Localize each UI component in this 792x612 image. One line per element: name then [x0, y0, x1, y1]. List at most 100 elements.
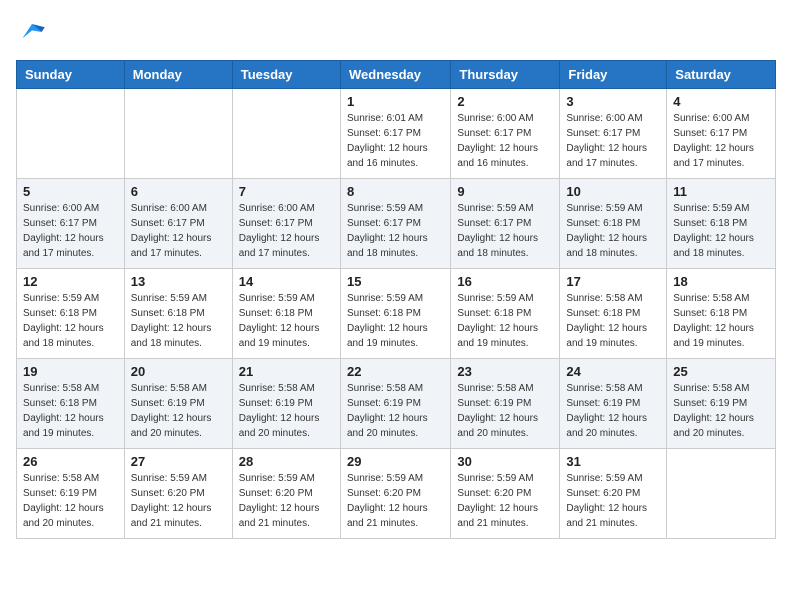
day-number: 10 — [566, 184, 660, 199]
day-number: 24 — [566, 364, 660, 379]
day-info: Sunrise: 5:59 AMSunset: 6:17 PMDaylight:… — [457, 201, 553, 261]
calendar-cell: 29 Sunrise: 5:59 AMSunset: 6:20 PMDayligh… — [340, 449, 450, 539]
day-number: 28 — [239, 454, 334, 469]
calendar-cell — [124, 89, 232, 179]
day-number: 30 — [457, 454, 553, 469]
day-info: Sunrise: 5:58 AMSunset: 6:18 PMDaylight:… — [566, 291, 660, 351]
page-header — [16, 16, 776, 48]
day-info: Sunrise: 5:58 AMSunset: 6:18 PMDaylight:… — [23, 381, 118, 441]
day-number: 12 — [23, 274, 118, 289]
day-info: Sunrise: 5:59 AMSunset: 6:18 PMDaylight:… — [347, 291, 444, 351]
day-info: Sunrise: 5:58 AMSunset: 6:19 PMDaylight:… — [239, 381, 334, 441]
day-info: Sunrise: 5:59 AMSunset: 6:18 PMDaylight:… — [457, 291, 553, 351]
weekday-header-thursday: Thursday — [451, 61, 560, 89]
day-number: 8 — [347, 184, 444, 199]
day-info: Sunrise: 5:59 AMSunset: 6:18 PMDaylight:… — [23, 291, 118, 351]
day-info: Sunrise: 6:00 AMSunset: 6:17 PMDaylight:… — [457, 111, 553, 171]
day-info: Sunrise: 5:58 AMSunset: 6:19 PMDaylight:… — [566, 381, 660, 441]
day-number: 15 — [347, 274, 444, 289]
day-info: Sunrise: 6:00 AMSunset: 6:17 PMDaylight:… — [131, 201, 226, 261]
logo — [16, 16, 52, 48]
day-number: 20 — [131, 364, 226, 379]
day-info: Sunrise: 5:59 AMSunset: 6:20 PMDaylight:… — [566, 471, 660, 531]
day-number: 18 — [673, 274, 769, 289]
day-number: 6 — [131, 184, 226, 199]
day-number: 4 — [673, 94, 769, 109]
day-number: 13 — [131, 274, 226, 289]
calendar-cell: 28 Sunrise: 5:59 AMSunset: 6:20 PMDayligh… — [232, 449, 340, 539]
day-number: 25 — [673, 364, 769, 379]
weekday-header-monday: Monday — [124, 61, 232, 89]
calendar-cell: 15 Sunrise: 5:59 AMSunset: 6:18 PMDayligh… — [340, 269, 450, 359]
week-row-3: 12 Sunrise: 5:59 AMSunset: 6:18 PMDayligh… — [17, 269, 776, 359]
day-number: 29 — [347, 454, 444, 469]
day-info: Sunrise: 5:59 AMSunset: 6:20 PMDaylight:… — [239, 471, 334, 531]
calendar-cell: 11 Sunrise: 5:59 AMSunset: 6:18 PMDayligh… — [667, 179, 776, 269]
calendar-cell: 7Sunrise: 6:00 AMSunset: 6:17 PMDaylight… — [232, 179, 340, 269]
day-number: 5 — [23, 184, 118, 199]
day-number: 21 — [239, 364, 334, 379]
day-info: Sunrise: 6:00 AMSunset: 6:17 PMDaylight:… — [566, 111, 660, 171]
day-number: 17 — [566, 274, 660, 289]
calendar-cell: 17 Sunrise: 5:58 AMSunset: 6:18 PMDayligh… — [560, 269, 667, 359]
calendar-cell: 6 Sunrise: 6:00 AMSunset: 6:17 PMDaylight… — [124, 179, 232, 269]
day-number: 11 — [673, 184, 769, 199]
day-number: 2 — [457, 94, 553, 109]
calendar-cell: 24 Sunrise: 5:58 AMSunset: 6:19 PMDayligh… — [560, 359, 667, 449]
day-number: 22 — [347, 364, 444, 379]
day-info: Sunrise: 6:01 AMSunset: 6:17 PMDaylight:… — [347, 111, 444, 171]
day-number: 7 — [239, 184, 334, 199]
calendar-cell: 25 Sunrise: 5:58 AMSunset: 6:19 PMDayligh… — [667, 359, 776, 449]
day-info: Sunrise: 5:58 AMSunset: 6:19 PMDaylight:… — [457, 381, 553, 441]
day-number: 3 — [566, 94, 660, 109]
logo-icon — [16, 16, 48, 48]
day-number: 26 — [23, 454, 118, 469]
day-info: Sunrise: 5:58 AMSunset: 6:19 PMDaylight:… — [131, 381, 226, 441]
week-row-1: 1 Sunrise: 6:01 AMSunset: 6:17 PMDaylight… — [17, 89, 776, 179]
calendar-cell — [667, 449, 776, 539]
calendar-cell: 9 Sunrise: 5:59 AMSunset: 6:17 PMDaylight… — [451, 179, 560, 269]
week-row-5: 26 Sunrise: 5:58 AMSunset: 6:19 PMDayligh… — [17, 449, 776, 539]
day-info: Sunrise: 5:59 AMSunset: 6:20 PMDaylight:… — [347, 471, 444, 531]
day-info: Sunrise: 6:00 AMSunset: 6:17 PMDaylight:… — [673, 111, 769, 171]
day-info: Sunrise: 5:58 AMSunset: 6:19 PMDaylight:… — [673, 381, 769, 441]
calendar-cell: 16 Sunrise: 5:59 AMSunset: 6:18 PMDayligh… — [451, 269, 560, 359]
calendar-cell: 20 Sunrise: 5:58 AMSunset: 6:19 PMDayligh… — [124, 359, 232, 449]
calendar-cell: 19Sunrise: 5:58 AMSunset: 6:18 PMDayligh… — [17, 359, 125, 449]
weekday-header-friday: Friday — [560, 61, 667, 89]
day-number: 14 — [239, 274, 334, 289]
day-info: Sunrise: 5:59 AMSunset: 6:20 PMDaylight:… — [457, 471, 553, 531]
calendar-cell: 3 Sunrise: 6:00 AMSunset: 6:17 PMDaylight… — [560, 89, 667, 179]
weekday-header-row: SundayMondayTuesdayWednesdayThursdayFrid… — [17, 61, 776, 89]
calendar-cell: 12 Sunrise: 5:59 AMSunset: 6:18 PMDayligh… — [17, 269, 125, 359]
day-number: 27 — [131, 454, 226, 469]
calendar-table: SundayMondayTuesdayWednesdayThursdayFrid… — [16, 60, 776, 539]
week-row-4: 19Sunrise: 5:58 AMSunset: 6:18 PMDayligh… — [17, 359, 776, 449]
day-info: Sunrise: 5:59 AMSunset: 6:20 PMDaylight:… — [131, 471, 226, 531]
calendar-cell: 5 Sunrise: 6:00 AMSunset: 6:17 PMDaylight… — [17, 179, 125, 269]
calendar-cell: 10 Sunrise: 5:59 AMSunset: 6:18 PMDayligh… — [560, 179, 667, 269]
day-info: Sunrise: 6:00 AMSunset: 6:17 PMDaylight:… — [23, 201, 118, 261]
calendar-cell: 4 Sunrise: 6:00 AMSunset: 6:17 PMDaylight… — [667, 89, 776, 179]
calendar-cell — [232, 89, 340, 179]
calendar-cell: 30 Sunrise: 5:59 AMSunset: 6:20 PMDayligh… — [451, 449, 560, 539]
calendar-cell: 21 Sunrise: 5:58 AMSunset: 6:19 PMDayligh… — [232, 359, 340, 449]
weekday-header-sunday: Sunday — [17, 61, 125, 89]
calendar-cell: 26 Sunrise: 5:58 AMSunset: 6:19 PMDayligh… — [17, 449, 125, 539]
week-row-2: 5 Sunrise: 6:00 AMSunset: 6:17 PMDaylight… — [17, 179, 776, 269]
weekday-header-saturday: Saturday — [667, 61, 776, 89]
day-number: 1 — [347, 94, 444, 109]
calendar-cell: 8 Sunrise: 5:59 AMSunset: 6:17 PMDaylight… — [340, 179, 450, 269]
day-number: 23 — [457, 364, 553, 379]
day-number: 9 — [457, 184, 553, 199]
calendar-cell: 31Sunrise: 5:59 AMSunset: 6:20 PMDayligh… — [560, 449, 667, 539]
day-info: Sunrise: 5:59 AMSunset: 6:18 PMDaylight:… — [131, 291, 226, 351]
day-number: 16 — [457, 274, 553, 289]
calendar-cell: 22Sunrise: 5:58 AMSunset: 6:19 PMDayligh… — [340, 359, 450, 449]
calendar-cell — [17, 89, 125, 179]
day-info: Sunrise: 5:58 AMSunset: 6:19 PMDaylight:… — [23, 471, 118, 531]
day-info: Sunrise: 5:59 AMSunset: 6:18 PMDaylight:… — [673, 201, 769, 261]
day-info: Sunrise: 5:59 AMSunset: 6:18 PMDaylight:… — [566, 201, 660, 261]
day-info: Sunrise: 5:58 AMSunset: 6:18 PMDaylight:… — [673, 291, 769, 351]
day-info: Sunrise: 5:59 AMSunset: 6:17 PMDaylight:… — [347, 201, 444, 261]
